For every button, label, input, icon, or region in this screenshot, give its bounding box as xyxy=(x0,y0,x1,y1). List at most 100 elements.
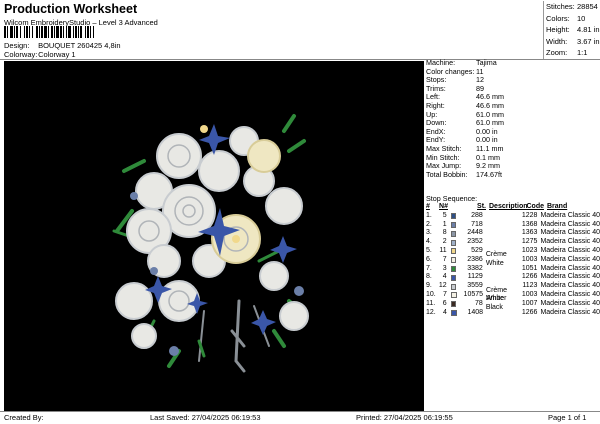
table-cell: 2. xyxy=(426,220,432,228)
table-cell: 6 xyxy=(442,299,447,307)
design-value: BOUQUET 260425 4,8in xyxy=(38,41,121,50)
table-cell: 8 xyxy=(442,229,447,237)
barcode xyxy=(4,26,160,38)
table-cell: Madeira Classic 40 xyxy=(540,211,600,219)
table-cell: 5. xyxy=(426,246,432,254)
color-swatch xyxy=(450,257,457,264)
table-cell: 7. xyxy=(426,264,432,272)
table-cell: 8. xyxy=(426,273,432,281)
column-header: Brand xyxy=(547,203,568,210)
machine-info-row: Left: 46.6 mm xyxy=(426,93,600,102)
table-row: 3. 8 2448 1363 Madeira Classic 40 xyxy=(426,229,600,238)
table-cell: 2386 xyxy=(467,255,483,263)
machine-info-row: Down: 61.0 mm xyxy=(426,119,600,128)
color-swatch xyxy=(450,248,457,255)
summary-label: Zoom: xyxy=(546,48,568,57)
summary-value: 10 xyxy=(577,13,586,23)
table-cell: 4. xyxy=(426,238,432,246)
color-swatch xyxy=(450,230,457,237)
stop-sequence-rows: 1. 5 288 1228 Madeira Classic 40 2. 1 718 1368 Ma… xyxy=(426,212,600,318)
colorway-label: Colorway: xyxy=(4,50,38,59)
table-cell: 7 xyxy=(443,290,447,298)
table-cell: 1023 xyxy=(521,246,538,254)
table-cell: 3382 xyxy=(467,264,483,272)
created-by: Created By: xyxy=(4,413,44,422)
table-cell: 78 xyxy=(475,299,483,307)
table-cell: 1275 xyxy=(521,238,538,246)
table-cell: 1 xyxy=(442,220,447,228)
stop-sequence-title: Stop Sequence: xyxy=(426,194,478,203)
machine-info-row: Trims: 89 xyxy=(426,84,600,94)
table-cell: 2352 xyxy=(467,238,483,246)
table-cell: Madeira Classic 40 xyxy=(540,220,600,228)
table-row: 6. 7 2386 Crème White 1003 Madeira Classic 40 xyxy=(426,251,600,267)
table-row: 2. 1 718 1368 Madeira Classic 40 xyxy=(426,221,600,230)
color-swatch xyxy=(450,239,457,246)
table-cell: 1408 xyxy=(467,308,484,316)
table-cell: 1. xyxy=(426,211,432,219)
machine-info-label: Total Bobbin: xyxy=(426,169,468,179)
table-cell: 1129 xyxy=(467,273,483,281)
table-cell: 12. xyxy=(426,308,436,316)
table-cell: 11. xyxy=(426,299,436,307)
table-cell: 1051 xyxy=(521,264,538,272)
table-cell: 718 xyxy=(471,220,483,228)
summary-label: Stitches: xyxy=(546,2,575,11)
summary-row: Height: 4.81 in xyxy=(544,24,600,36)
column-header: St. xyxy=(477,203,486,210)
summary-row: Zoom: 1:1 xyxy=(544,47,600,59)
table-cell: Madeira Classic 40 xyxy=(540,273,600,281)
table-cell: 1228 xyxy=(521,211,538,219)
machine-info-panel: Machine: Tajima Color changes: 11 Stops: 12 Tr… xyxy=(426,58,600,180)
table-cell: 1003 xyxy=(521,290,538,298)
table-cell: 10. xyxy=(426,290,436,298)
table-row: 4. 2 2352 1275 Madeira Classic 40 xyxy=(426,238,600,247)
table-cell: 2448 xyxy=(467,229,483,237)
page-number: Page 1 of 1 xyxy=(548,413,587,422)
table-cell: 12 xyxy=(438,282,447,290)
column-header: N# xyxy=(439,203,448,210)
printed-date: Printed: 27/04/2025 06:19:55 xyxy=(356,413,453,422)
table-cell: 1363 xyxy=(521,229,538,237)
color-swatch xyxy=(450,213,457,220)
table-cell: 1368 xyxy=(521,220,538,228)
table-cell: 6. xyxy=(426,255,432,263)
table-cell: Madeira Classic 40 xyxy=(540,246,600,254)
table-cell: 529 xyxy=(471,246,483,254)
column-header: Code xyxy=(526,203,545,210)
color-swatch xyxy=(450,265,457,272)
table-cell: Madeira Classic 40 xyxy=(540,238,600,246)
table-cell: 3 xyxy=(442,264,447,272)
summary-table: Stitches: 28854 Colors: 10 Height: 4.81 in … xyxy=(543,1,600,59)
machine-info-row: EndX: 0.00 in xyxy=(426,127,600,137)
table-cell: 1266 xyxy=(521,308,538,316)
column-header: Description xyxy=(489,203,528,210)
machine-info-row: Up: 61.0 mm xyxy=(426,110,600,120)
summary-row: Colors: 10 xyxy=(544,13,600,25)
table-cell: 4 xyxy=(442,273,447,281)
design-label: Design: xyxy=(4,41,30,50)
color-swatch xyxy=(450,309,457,316)
table-cell: 4 xyxy=(443,308,447,316)
table-cell: 2 xyxy=(442,238,447,246)
summary-value: 4.81 in xyxy=(577,25,600,34)
table-cell: Amber Black xyxy=(485,295,507,312)
table-cell: Madeira Classic 40 xyxy=(540,229,600,237)
colorway-value: Colorway 1 xyxy=(38,50,76,59)
machine-info-row: Total Bobbin: 174.67ft xyxy=(426,169,600,180)
table-header-row: # N# St. Description Code Brand xyxy=(426,203,600,212)
design-row: Design: BOUQUET 260425 4,8in xyxy=(4,41,121,50)
table-cell: 7 xyxy=(442,255,447,263)
last-saved: Last Saved: 27/04/2025 06:19:53 xyxy=(150,413,261,422)
footer: Created By: Last Saved: 27/04/2025 06:19… xyxy=(0,412,600,424)
colorway-row: Colorway: Colorway 1 xyxy=(4,50,76,59)
stop-sequence-table: Stop Sequence: # N# St. Description Code… xyxy=(426,194,600,317)
table-cell: 3. xyxy=(426,229,432,237)
table-cell: Crème White xyxy=(485,251,507,268)
summary-value: 28854 xyxy=(577,2,598,11)
table-cell: 10575 xyxy=(463,290,484,298)
color-swatch xyxy=(450,274,457,281)
table-cell: 1123 xyxy=(522,282,538,290)
summary-value: 3.67 in xyxy=(577,36,600,46)
summary-row: Width: 3.67 in xyxy=(544,36,600,48)
